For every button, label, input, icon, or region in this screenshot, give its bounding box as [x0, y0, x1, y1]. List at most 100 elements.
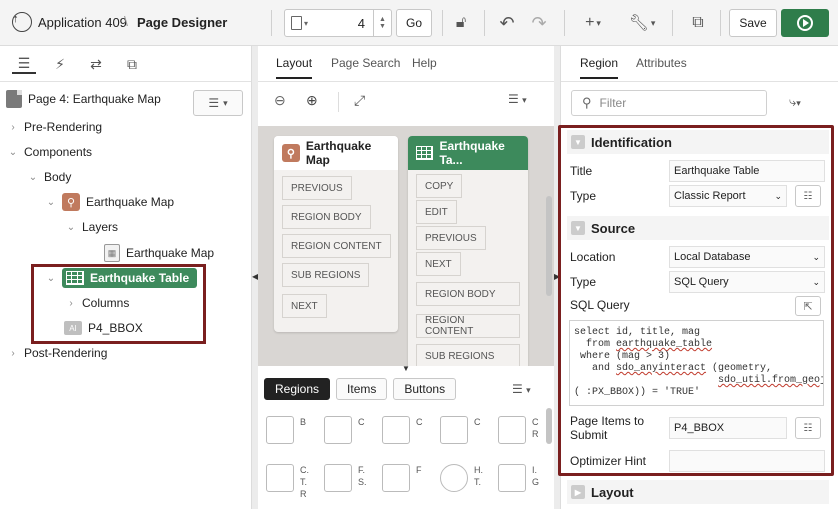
- undo-icon[interactable]: ↶: [496, 12, 518, 34]
- page-selector[interactable]: ▾ 4 ▲ ▼: [284, 9, 392, 37]
- open-code-editor-icon[interactable]: ⇱: [795, 296, 821, 316]
- slot-sub-regions[interactable]: SUB REGIONS: [416, 344, 520, 366]
- shared-components-icon[interactable]: ⧉: [686, 12, 710, 34]
- app-name-link[interactable]: Application 409: [38, 15, 127, 30]
- list-icon[interactable]: ☷: [795, 417, 821, 439]
- region-card-header[interactable]: ⚲ Earthquake Map: [274, 136, 398, 170]
- toolbar-divider: [338, 92, 339, 112]
- section-layout[interactable]: ▶ Layout: [567, 480, 829, 504]
- layout-canvas[interactable]: ⚲ Earthquake Map PREVIOUS REGION BODY REG…: [258, 126, 554, 366]
- tab-layout[interactable]: Layout: [276, 56, 313, 79]
- region-type-select[interactable]: Classic Report ⌄: [669, 185, 787, 207]
- rendering-tab-icon[interactable]: ☰: [12, 54, 36, 74]
- list-icon[interactable]: ☷: [795, 185, 821, 207]
- tree-menu-button[interactable]: ☰ ▾: [193, 90, 243, 116]
- page-number-input[interactable]: 4: [358, 16, 365, 31]
- gallery-item[interactable]: C R: [498, 416, 539, 444]
- slot-previous[interactable]: PREVIOUS: [416, 226, 486, 250]
- slot-next[interactable]: NEXT: [416, 252, 461, 276]
- slot-copy[interactable]: COPY: [416, 174, 463, 198]
- gallery-item[interactable]: C. T. R: [266, 464, 309, 500]
- gallery-item[interactable]: F. S.: [324, 464, 367, 492]
- gallery-item[interactable]: B: [266, 416, 306, 444]
- go-button[interactable]: Go: [396, 9, 432, 37]
- plus-icon: +: [585, 14, 595, 31]
- optimizer-hint-input[interactable]: [669, 450, 825, 472]
- zoom-out-icon[interactable]: ⊖: [274, 92, 286, 109]
- page-items-input[interactable]: P4_BBOX: [669, 417, 787, 439]
- source-type-select[interactable]: SQL Query ⌄: [669, 271, 825, 293]
- gallery-item[interactable]: C: [324, 416, 365, 444]
- chevron-right-icon[interactable]: ›: [8, 348, 18, 359]
- chevron-down-icon[interactable]: ⌄: [46, 197, 56, 208]
- expand-icon[interactable]: ⤢: [354, 92, 365, 109]
- tree-node-pre-rendering[interactable]: › Pre-Rendering: [8, 115, 102, 139]
- gallery-tab-buttons[interactable]: Buttons: [393, 378, 457, 400]
- slot-region-content[interactable]: REGION CONTENT: [416, 314, 520, 338]
- slot-region-content[interactable]: REGION CONTENT: [282, 234, 391, 258]
- gallery-scrollbar[interactable]: [546, 408, 552, 444]
- processing-tab-icon[interactable]: ⇄: [84, 54, 108, 74]
- tree-node-components[interactable]: ⌄ Components: [8, 140, 92, 164]
- gallery-item[interactable]: I. G: [498, 464, 539, 492]
- gallery-item[interactable]: C: [382, 416, 423, 444]
- save-button[interactable]: Save: [729, 9, 777, 37]
- chevron-down-icon[interactable]: ⌄: [8, 147, 18, 158]
- tab-region[interactable]: Region: [580, 56, 619, 79]
- chevron-right-icon[interactable]: ▶: [571, 485, 585, 499]
- slot-sub-regions[interactable]: SUB REGIONS: [282, 263, 370, 287]
- gallery-item[interactable]: F: [382, 464, 422, 492]
- chevron-down-icon[interactable]: ⌄: [66, 222, 76, 233]
- slot-region-body[interactable]: REGION BODY: [282, 205, 371, 229]
- layout-menu-button[interactable]: ☰ ▾: [508, 92, 527, 106]
- sql-query-editor[interactable]: select id, title, mag from earthquake_ta…: [569, 320, 824, 406]
- gallery-item[interactable]: C: [440, 416, 481, 444]
- page-header[interactable]: Page 4: Earthquake Map: [6, 90, 161, 108]
- filter-input[interactable]: ⚲ Filter: [571, 90, 767, 116]
- dynamic-actions-tab-icon[interactable]: ⚡︎: [48, 54, 72, 74]
- redo-icon[interactable]: ↷: [528, 12, 550, 34]
- section-source[interactable]: ▼ Source: [567, 216, 829, 240]
- run-button[interactable]: [781, 9, 829, 37]
- stepper-up-icon[interactable]: ▲: [379, 16, 386, 23]
- tab-page-search[interactable]: Page Search: [331, 56, 400, 70]
- stepper-down-icon[interactable]: ▼: [379, 23, 386, 30]
- app-home-button[interactable]: ↑: [12, 12, 32, 32]
- zoom-in-icon[interactable]: ⊕: [306, 92, 318, 109]
- location-select[interactable]: Local Database ⌄: [669, 246, 825, 268]
- gallery-menu-button[interactable]: ☰ ▾: [512, 382, 531, 396]
- gallery-tab-regions[interactable]: Regions: [264, 378, 331, 400]
- canvas-scrollbar[interactable]: [546, 196, 552, 296]
- tree-node-layers[interactable]: ⌄ Layers: [66, 215, 118, 239]
- chevron-right-icon[interactable]: ›: [8, 122, 18, 133]
- slot-region-body[interactable]: REGION BODY: [416, 282, 520, 306]
- region-card-header[interactable]: Earthquake Ta...: [408, 136, 528, 170]
- utilities-menu-button[interactable]: 🔧︎ ▾: [626, 12, 658, 34]
- title-input[interactable]: Earthquake Table: [669, 160, 825, 182]
- region-card-earthquake-map[interactable]: ⚲ Earthquake Map PREVIOUS REGION BODY REG…: [274, 136, 398, 332]
- go-to-group-button[interactable]: ⤷▾: [789, 94, 801, 110]
- tab-help[interactable]: Help: [412, 56, 437, 70]
- gallery-tab-items[interactable]: Items: [336, 378, 388, 400]
- tree-node-post-rendering[interactable]: › Post-Rendering: [8, 341, 107, 365]
- create-menu-button[interactable]: + ▾: [578, 12, 608, 34]
- tab-attributes[interactable]: Attributes: [636, 56, 687, 70]
- shared-components-tab-icon[interactable]: ⧉: [120, 54, 144, 74]
- page-stepper[interactable]: ▲ ▼: [373, 10, 391, 36]
- chevron-down-icon[interactable]: ▼: [571, 135, 585, 149]
- unlock-icon[interactable]: 🔓︎: [450, 12, 472, 34]
- section-identification[interactable]: ▼ Identification: [567, 130, 829, 154]
- slot-next[interactable]: NEXT: [282, 294, 327, 318]
- top-toolbar: ↑ Application 409 \ Page Designer ▾ 4 ▲ ▼…: [0, 0, 838, 46]
- gallery-item[interactable]: H. T.: [440, 464, 483, 492]
- slot-previous[interactable]: PREVIOUS: [282, 176, 352, 200]
- chevron-down-icon[interactable]: ▼: [571, 221, 585, 235]
- region-card-earthquake-table[interactable]: Earthquake Ta... COPY EDIT PREVIOUS NEXT…: [408, 136, 528, 366]
- tree-node-earthquake-map[interactable]: ⌄ ⚲ Earthquake Map: [46, 190, 174, 214]
- chevron-down-icon[interactable]: ⌄: [28, 172, 38, 183]
- slot-edit[interactable]: EDIT: [416, 200, 457, 224]
- tree-node-layer-earthquake-map[interactable]: ▦ Earthquake Map: [104, 241, 214, 265]
- tree-node-body[interactable]: ⌄ Body: [28, 165, 72, 189]
- collapse-down-icon[interactable]: ▼: [402, 364, 410, 373]
- sql-line: sdo_util.from_geojson: [718, 375, 823, 386]
